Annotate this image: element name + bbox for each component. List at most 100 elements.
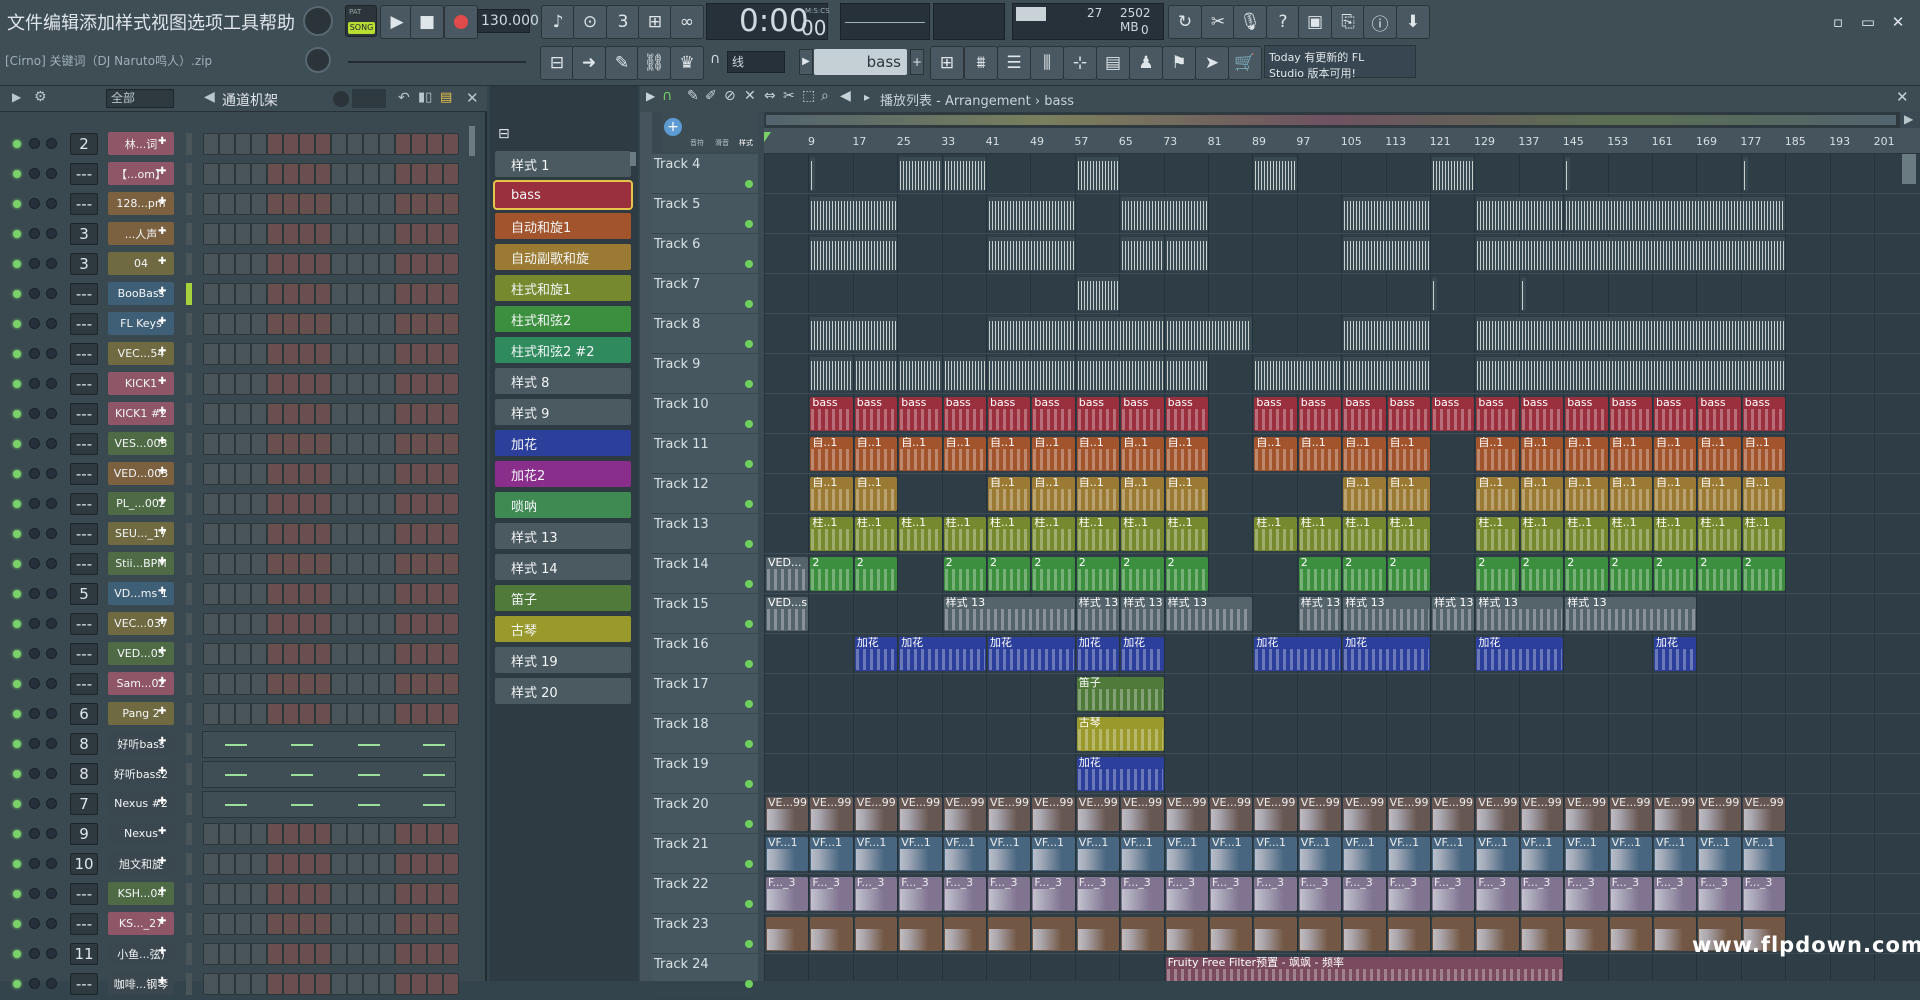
step-button[interactable]: [347, 193, 363, 215]
step-button[interactable]: [299, 823, 315, 845]
channel-volume-knob[interactable]: [29, 288, 40, 299]
playlist-clip[interactable]: VE...99: [1609, 797, 1652, 831]
playlist-clip[interactable]: F..._3: [1165, 877, 1208, 911]
step-button[interactable]: [267, 163, 283, 185]
track-mute-led[interactable]: [745, 740, 753, 748]
playlist-clip[interactable]: VE...99: [1121, 797, 1164, 831]
playlist-clip[interactable]: 自..1: [1654, 477, 1697, 511]
pattern-scrollbar[interactable]: [630, 152, 636, 166]
step-button[interactable]: [219, 703, 235, 725]
channel-mixer-track[interactable]: ---: [70, 283, 98, 305]
step-button[interactable]: [347, 373, 363, 395]
step-button[interactable]: [395, 823, 411, 845]
playlist-clip[interactable]: bass: [1121, 397, 1164, 431]
channel-row[interactable]: --- VEC...54 ✚: [0, 340, 470, 370]
pattern-item[interactable]: 唢呐: [495, 492, 631, 518]
step-button[interactable]: [363, 553, 379, 575]
track-mute-led[interactable]: [745, 500, 753, 508]
playlist-clip[interactable]: VE...99: [1565, 797, 1608, 831]
step-button[interactable]: [315, 553, 331, 575]
list-view-icon[interactable]: ☰: [997, 46, 1031, 80]
playlist-clip[interactable]: [899, 917, 942, 951]
playlist-clip[interactable]: 样式 13: [1343, 597, 1430, 631]
step-button[interactable]: [427, 463, 443, 485]
playlist-clip[interactable]: 自..1: [1698, 437, 1741, 471]
step-button[interactable]: [315, 403, 331, 425]
step-button[interactable]: [411, 673, 427, 695]
maximize-button[interactable]: ▭: [1853, 7, 1883, 37]
playlist-clip[interactable]: bass: [1476, 397, 1519, 431]
channel-mixer-track[interactable]: ---: [70, 343, 98, 365]
playback-tool-icon[interactable]: ◀: [840, 88, 851, 104]
step-button[interactable]: [203, 853, 219, 875]
playlist-clip[interactable]: 笛子: [1076, 677, 1164, 711]
playlist-clip[interactable]: VF...1: [1520, 837, 1564, 871]
pattern-item[interactable]: 笛子: [495, 585, 631, 611]
steps-field[interactable]: [352, 89, 386, 108]
step-button[interactable]: [411, 943, 427, 965]
step-button[interactable]: [379, 703, 395, 725]
step-button[interactable]: [379, 973, 395, 995]
playlist-clip[interactable]: VF...1: [1032, 837, 1075, 871]
playlist-clip[interactable]: bass: [1565, 397, 1608, 431]
step-button[interactable]: [219, 553, 235, 575]
playlist-clip[interactable]: 样式 13: [1565, 597, 1697, 631]
playlist-clip[interactable]: [1476, 917, 1519, 951]
step-button[interactable]: [235, 493, 251, 515]
step-button[interactable]: [363, 283, 379, 305]
channel-select-box[interactable]: [186, 613, 192, 635]
step-button[interactable]: [299, 973, 315, 995]
playlist-clip[interactable]: 自..1: [988, 437, 1031, 471]
pattern-item[interactable]: 自动和旋1: [495, 213, 631, 239]
step-button[interactable]: [427, 673, 443, 695]
step-button[interactable]: [443, 943, 459, 965]
channel-mixer-track[interactable]: ---: [70, 553, 98, 575]
step-button[interactable]: [395, 883, 411, 905]
step-button[interactable]: [379, 373, 395, 395]
playlist-clip[interactable]: 柱..1: [943, 517, 986, 551]
step-button[interactable]: [299, 343, 315, 365]
step-button[interactable]: [427, 523, 443, 545]
step-button[interactable]: [347, 403, 363, 425]
step-button[interactable]: [235, 223, 251, 245]
track-mute-led[interactable]: [745, 700, 753, 708]
playlist-clip[interactable]: [1432, 277, 1437, 311]
step-button[interactable]: [235, 943, 251, 965]
step-button[interactable]: [251, 163, 267, 185]
step-button[interactable]: [267, 613, 283, 635]
wait-record-icon[interactable]: ⊙: [573, 5, 607, 39]
track-mute-led[interactable]: [745, 660, 753, 668]
step-button[interactable]: [219, 523, 235, 545]
playlist-clip[interactable]: VE...99: [1654, 797, 1697, 831]
channel-volume-knob[interactable]: [29, 348, 40, 359]
collapse-arrow-icon[interactable]: ▶: [646, 89, 655, 103]
channel-volume-knob[interactable]: [29, 528, 40, 539]
channel-scrollbar[interactable]: [469, 126, 475, 156]
channel-row[interactable]: 6 Pang 2 ✚: [0, 700, 470, 730]
playlist-clip[interactable]: 自..1: [943, 437, 986, 471]
playlist-clip[interactable]: 柱..1: [1742, 517, 1786, 551]
step-button[interactable]: [235, 283, 251, 305]
channel-row[interactable]: --- KICK1 ✚: [0, 370, 470, 400]
menu-item-6[interactable]: 工具: [223, 9, 259, 35]
playlist-clip[interactable]: VE...99: [1387, 797, 1430, 831]
step-button[interactable]: [251, 253, 267, 275]
step-button[interactable]: [203, 823, 219, 845]
step-button[interactable]: [331, 253, 347, 275]
step-button[interactable]: [219, 493, 235, 515]
track-mute-led[interactable]: [745, 380, 753, 388]
step-button[interactable]: [299, 253, 315, 275]
step-button[interactable]: [235, 433, 251, 455]
step-button[interactable]: [379, 193, 395, 215]
step-button[interactable]: [251, 883, 267, 905]
channel-pan-knob[interactable]: [46, 978, 57, 989]
pattern-item[interactable]: 样式 1: [495, 151, 631, 177]
step-button[interactable]: [219, 433, 235, 455]
step-button[interactable]: [219, 853, 235, 875]
step-button[interactable]: [331, 913, 347, 935]
channel-pan-knob[interactable]: [46, 798, 57, 809]
step-button[interactable]: [219, 343, 235, 365]
playlist-clip[interactable]: [1476, 237, 1786, 271]
track-header[interactable]: Track 13: [652, 514, 758, 554]
playlist-clip[interactable]: [988, 357, 1075, 391]
